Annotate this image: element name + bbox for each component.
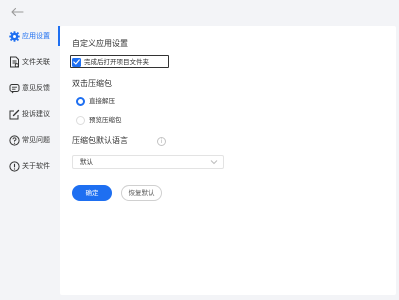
sidebar-item-complaint[interactable]: 投诉建议 — [0, 104, 60, 124]
sidebar-item-label: 意见反馈 — [22, 84, 50, 92]
custom-settings-title: 自定义应用设置 — [72, 39, 128, 48]
feedback-icon — [8, 82, 20, 94]
radio-preview-archive[interactable] — [76, 116, 85, 125]
edit-icon — [8, 108, 20, 120]
back-button[interactable] — [9, 4, 25, 20]
language-select[interactable]: 默认 — [72, 155, 224, 169]
sidebar: 应用设置 文件关联 意见反馈 投诉建议 常见问题 关于软件 — [0, 26, 60, 300]
arrow-left-icon — [11, 7, 24, 17]
info-icon — [8, 160, 20, 172]
language-title: 压缩包默认语言 — [72, 136, 128, 145]
sidebar-item-label: 应用设置 — [22, 32, 50, 40]
radio-label-extract-direct: 直接解压 — [89, 97, 115, 105]
open-folder-checkbox[interactable]: 完成后打开项目文件夹 — [72, 56, 149, 68]
sidebar-item-app-settings[interactable]: 应用设置 — [0, 26, 60, 46]
language-select-value: 默认 — [80, 158, 93, 166]
radio-extract-direct[interactable] — [76, 97, 85, 106]
radio-label-preview-archive: 预览压缩包 — [89, 116, 122, 124]
chevron-down-icon — [210, 160, 218, 165]
sidebar-item-faq[interactable]: 常见问题 — [0, 130, 60, 150]
title-bar — [0, 0, 399, 26]
sidebar-item-label: 关于软件 — [22, 162, 50, 170]
gear-icon — [8, 30, 20, 42]
open-folder-label: 完成后打开项目文件夹 — [84, 57, 149, 66]
settings-panel: 自定义应用设置 完成后打开项目文件夹 双击压缩包 直接解压 预览压缩包 压缩包默… — [60, 26, 396, 295]
info-circle-icon[interactable]: i — [157, 137, 166, 146]
sidebar-item-feedback[interactable]: 意见反馈 — [0, 78, 60, 98]
question-icon — [8, 134, 20, 146]
reset-default-button[interactable]: 恢复默认 — [121, 185, 162, 201]
confirm-button[interactable]: 确定 — [72, 185, 112, 201]
check-icon — [73, 59, 80, 65]
double-click-title: 双击压缩包 — [72, 79, 112, 88]
sidebar-item-file-association[interactable]: 文件关联 — [0, 52, 60, 72]
sidebar-item-label: 常见问题 — [22, 136, 50, 144]
sidebar-item-label: 投诉建议 — [22, 110, 50, 118]
file-link-icon — [8, 56, 20, 68]
sidebar-item-about[interactable]: 关于软件 — [0, 156, 60, 176]
checkbox-checked — [72, 57, 81, 67]
sidebar-item-label: 文件关联 — [22, 58, 50, 66]
